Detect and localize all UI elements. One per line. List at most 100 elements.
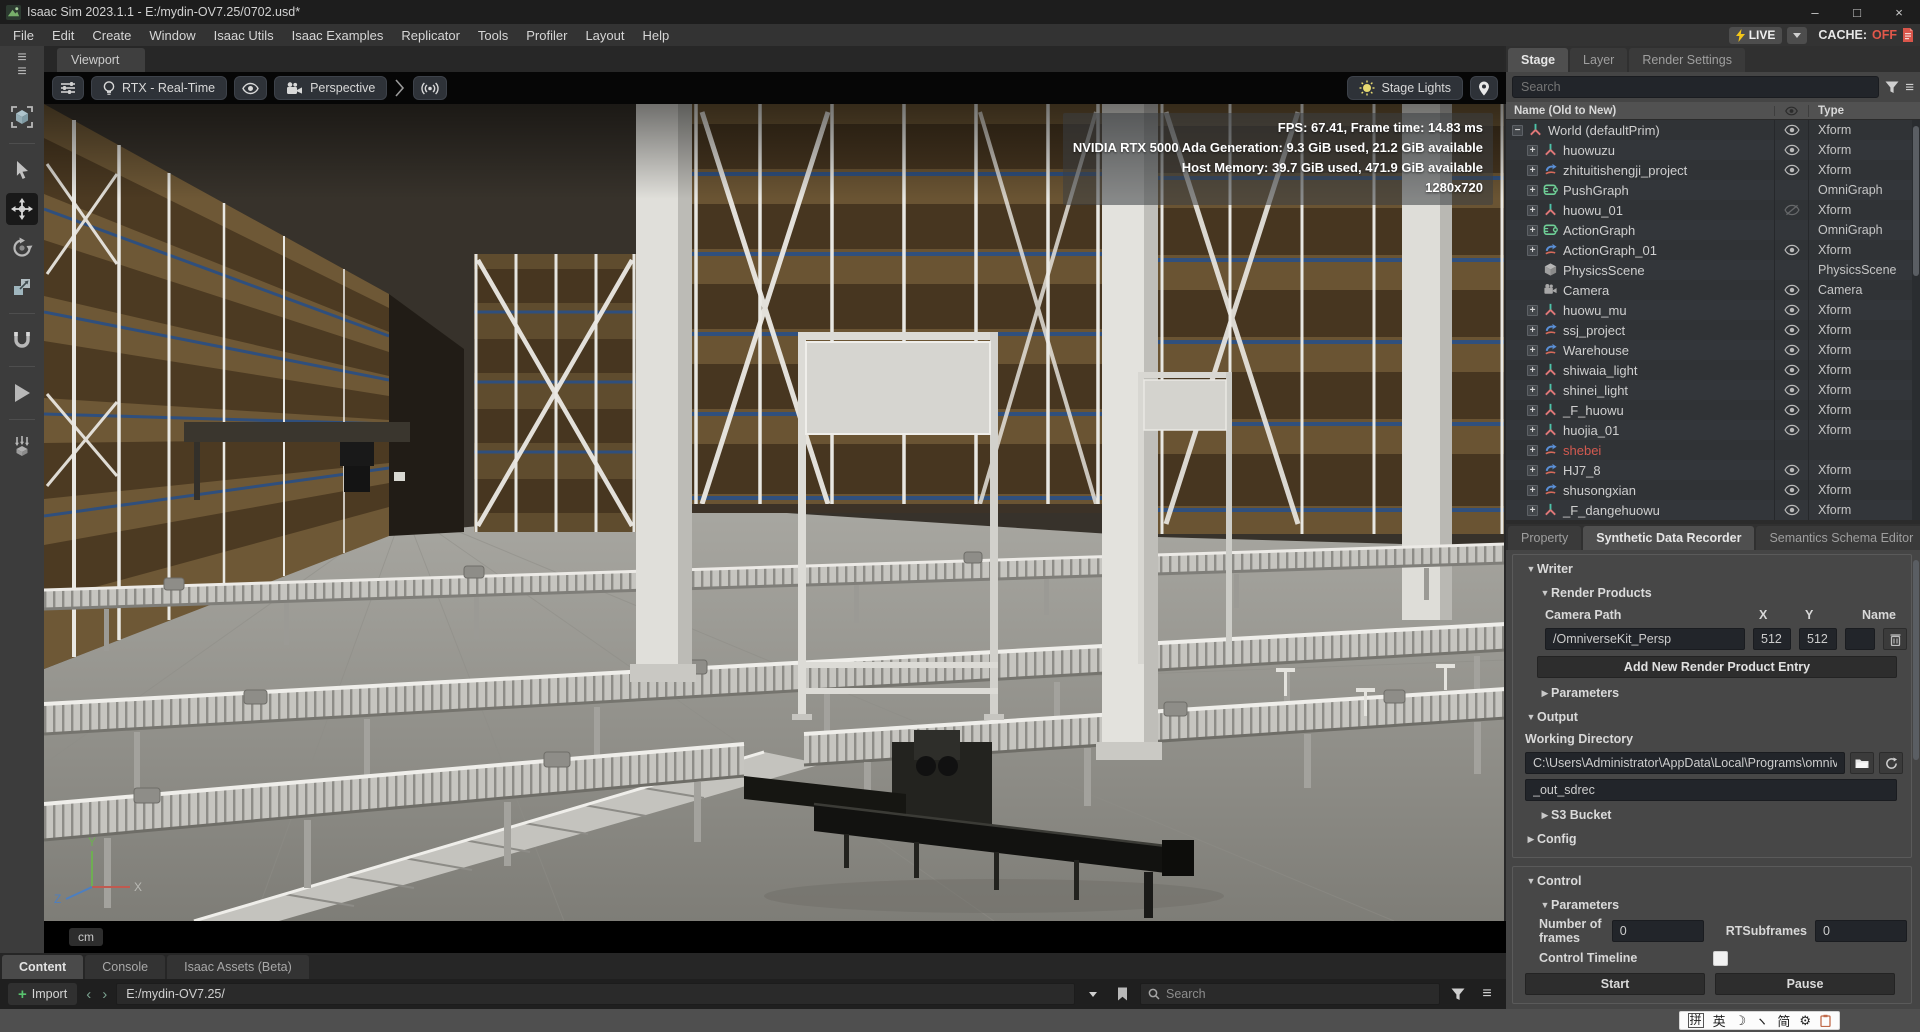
- render-products-section[interactable]: Render Products: [1551, 586, 1652, 600]
- menu-item-layout[interactable]: Layout: [576, 24, 633, 46]
- visibility-cell[interactable]: [1774, 240, 1808, 260]
- tab-layer[interactable]: Layer: [1570, 48, 1627, 72]
- visibility-cell[interactable]: [1774, 500, 1808, 520]
- stage-search-input[interactable]: [1512, 76, 1879, 98]
- eye-icon[interactable]: [1784, 504, 1800, 516]
- expander-plus-icon[interactable]: +: [1527, 205, 1538, 216]
- collapse-arrow-icon[interactable]: ▶: [1539, 688, 1551, 699]
- ime-item-2[interactable]: ☽: [1735, 1013, 1747, 1029]
- content-options-icon[interactable]: ≡: [1476, 983, 1498, 1005]
- renderer-selector[interactable]: RTX - Real-Time: [91, 76, 227, 100]
- stage-row-physicsscene[interactable]: PhysicsScene PhysicsScene: [1506, 260, 1920, 280]
- ime-item-1[interactable]: 英: [1713, 1011, 1726, 1030]
- visibility-cell[interactable]: [1774, 420, 1808, 440]
- rtsubframes-input[interactable]: [1815, 920, 1907, 942]
- stage-row-hj7-8[interactable]: + HJ7_8 Xform: [1506, 460, 1920, 480]
- expander-plus-icon[interactable]: +: [1527, 465, 1538, 476]
- working-directory-input[interactable]: [1525, 752, 1845, 774]
- stage-scrollbar-thumb[interactable]: [1913, 126, 1919, 276]
- viewport-canvas[interactable]: RTX - Real-Time Perspective: [44, 72, 1506, 953]
- eye-icon[interactable]: [1784, 364, 1800, 376]
- expander-plus-icon[interactable]: +: [1527, 345, 1538, 356]
- visibility-cell[interactable]: [1774, 120, 1808, 140]
- collapse-arrow-icon[interactable]: ▼: [1525, 876, 1537, 886]
- content-search-box[interactable]: Search: [1140, 983, 1440, 1005]
- camera-selector[interactable]: Perspective: [274, 76, 387, 100]
- tool-cursor-select-button[interactable]: [6, 154, 38, 186]
- control-section[interactable]: Control: [1537, 874, 1581, 888]
- viewport-settings-button[interactable]: [52, 76, 84, 100]
- live-dropdown-chevron[interactable]: [1787, 27, 1807, 44]
- maximize-button[interactable]: □: [1836, 0, 1878, 24]
- stage-row-huowu-01[interactable]: + huowu_01 Xform: [1506, 200, 1920, 220]
- stage-row-shinei-light[interactable]: + shinei_light Xform: [1506, 380, 1920, 400]
- cache-document-icon[interactable]: [1902, 28, 1914, 42]
- warehouse-3d-scene[interactable]: [44, 104, 1506, 921]
- eye-icon[interactable]: [1784, 404, 1800, 416]
- menu-item-help[interactable]: Help: [634, 24, 679, 46]
- config-section[interactable]: Config: [1537, 832, 1577, 846]
- expander-plus-icon[interactable]: +: [1527, 485, 1538, 496]
- expander-plus-icon[interactable]: +: [1527, 145, 1538, 156]
- stage-options-icon[interactable]: ≡: [1905, 79, 1914, 96]
- collapse-arrow-icon[interactable]: ▼: [1525, 712, 1537, 722]
- visibility-cell[interactable]: [1774, 140, 1808, 160]
- stage-row-pushgraph[interactable]: + PushGraph OmniGraph: [1506, 180, 1920, 200]
- delete-render-product-button[interactable]: [1883, 628, 1907, 650]
- filter-icon[interactable]: [1447, 983, 1469, 1005]
- eye-icon[interactable]: [1784, 384, 1800, 396]
- expander-plus-icon[interactable]: +: [1527, 445, 1538, 456]
- ime-item-4[interactable]: 简: [1777, 1011, 1790, 1030]
- writer-section[interactable]: Writer: [1537, 562, 1573, 576]
- menu-item-create[interactable]: Create: [83, 24, 140, 46]
- expander-plus-icon[interactable]: +: [1527, 165, 1538, 176]
- tab-content[interactable]: Content: [2, 955, 83, 979]
- render-product-name-input[interactable]: [1845, 628, 1875, 650]
- bookmark-icon[interactable]: [1111, 983, 1133, 1005]
- tab-stage[interactable]: Stage: [1508, 48, 1568, 72]
- expander-plus-icon[interactable]: +: [1527, 225, 1538, 236]
- collapse-arrow-icon[interactable]: ▶: [1525, 834, 1537, 845]
- visibility-cell[interactable]: [1774, 440, 1808, 460]
- tab-render-settings[interactable]: Render Settings: [1629, 48, 1745, 72]
- control-timeline-checkbox[interactable]: [1713, 951, 1728, 966]
- expander-plus-icon[interactable]: +: [1527, 505, 1538, 516]
- visibility-cell[interactable]: [1774, 360, 1808, 380]
- tab-semantics-schema-editor[interactable]: Semantics Schema Editor: [1756, 526, 1920, 550]
- eye-icon[interactable]: [1784, 164, 1800, 176]
- tool-physics-gravity-button[interactable]: [6, 430, 38, 462]
- eye-icon[interactable]: [1784, 124, 1800, 136]
- tab-property[interactable]: Property: [1508, 526, 1581, 550]
- eye-icon[interactable]: [1784, 304, 1800, 316]
- expander-plus-icon[interactable]: +: [1527, 245, 1538, 256]
- visibility-cell[interactable]: [1774, 480, 1808, 500]
- ime-item-0[interactable]: 拼: [1688, 1013, 1704, 1028]
- tab-isaac-assets-beta[interactable]: Isaac Assets (Beta): [167, 955, 309, 979]
- tool-scale-button[interactable]: [6, 271, 38, 303]
- waypoint-pin-button[interactable]: [1470, 76, 1498, 100]
- tool-play-button[interactable]: [6, 377, 38, 409]
- stage-row-huojia-01[interactable]: + huojia_01 Xform: [1506, 420, 1920, 440]
- visibility-button[interactable]: [234, 76, 267, 100]
- visibility-cell[interactable]: [1774, 200, 1808, 220]
- stage-row-f-huowu[interactable]: + _F_huowu Xform: [1506, 400, 1920, 420]
- menu-item-replicator[interactable]: Replicator: [392, 24, 469, 46]
- visibility-cell[interactable]: [1774, 220, 1808, 240]
- collapse-arrow-icon[interactable]: ▼: [1539, 588, 1551, 598]
- camera-path-input[interactable]: [1545, 628, 1745, 650]
- close-button[interactable]: ×: [1878, 0, 1920, 24]
- eye-icon[interactable]: [1784, 424, 1800, 436]
- expander-minus-icon[interactable]: −: [1512, 125, 1523, 136]
- s3-bucket-section[interactable]: S3 Bucket: [1551, 808, 1611, 822]
- panel-menu-icon[interactable]: ≡≡: [17, 51, 26, 79]
- expander-plus-icon[interactable]: +: [1527, 405, 1538, 416]
- eye-icon[interactable]: [1784, 464, 1800, 476]
- tool-snap-magnet-button[interactable]: [6, 324, 38, 356]
- visibility-cell[interactable]: [1774, 460, 1808, 480]
- y-resolution-input[interactable]: [1799, 628, 1837, 650]
- add-render-product-button[interactable]: Add New Render Product Entry: [1537, 656, 1897, 678]
- refresh-icon-button[interactable]: [1879, 752, 1903, 774]
- visibility-cell[interactable]: [1774, 400, 1808, 420]
- stage-row-warehouse[interactable]: + Warehouse Xform: [1506, 340, 1920, 360]
- tab-viewport[interactable]: Viewport: [57, 48, 145, 72]
